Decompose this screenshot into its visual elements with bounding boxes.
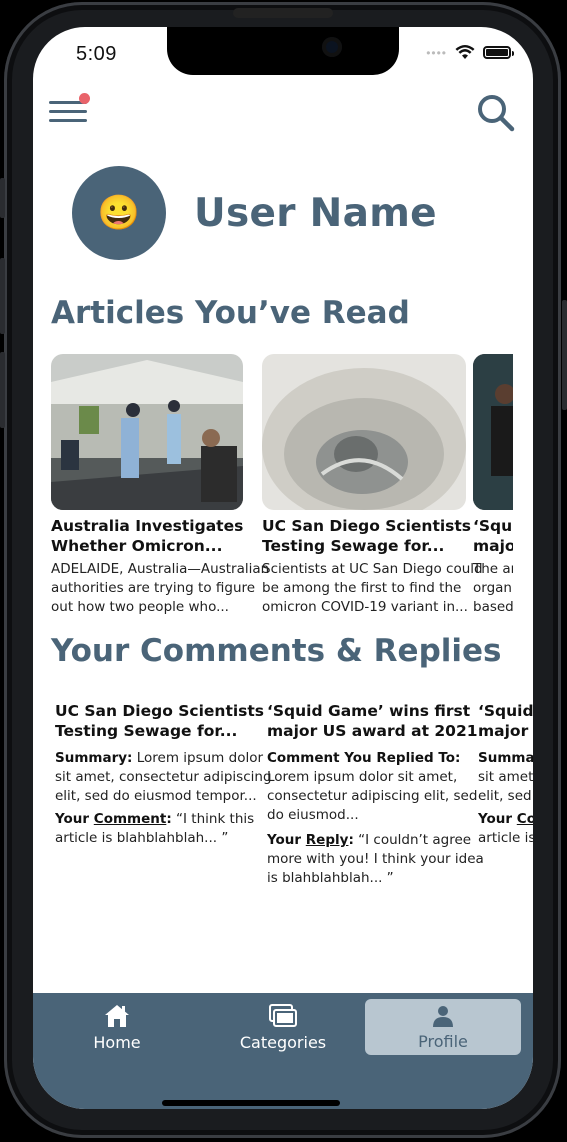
article-title-line: ‘Squid Game’ xyxy=(473,517,513,535)
replied-comment: Comment You Replied To: Lorem ipsum dolo… xyxy=(267,749,478,825)
comment-card[interactable]: ‘Squid Game’ wins first major US award a… xyxy=(267,701,484,888)
your-comment-text: article is blahblahblah... ” xyxy=(55,830,229,846)
tab-profile[interactable]: Profile xyxy=(365,999,521,1055)
speaker-grille xyxy=(233,8,333,18)
comment-summary: Summary: sit amet elit, sed xyxy=(478,749,533,806)
articles-section-title: Articles You’ve Read xyxy=(51,295,410,331)
replied-text: Lorem ipsum dolor sit amet, xyxy=(267,769,458,785)
status-time: 5:09 xyxy=(76,43,117,65)
comment-card[interactable]: ‘Squid Game’ major US award Summary: sit… xyxy=(478,701,533,848)
summary-label: Summary: xyxy=(478,750,533,766)
tab-home[interactable]: Home xyxy=(77,999,157,1055)
comment-card[interactable]: UC San Diego Scientists Testing Sewage f… xyxy=(55,701,272,848)
replied-label: Comment You Replied To: xyxy=(267,750,461,766)
bottom-tab-bar: Home Categories Profile xyxy=(33,993,533,1109)
article-title-line: UC San Diego Scientists xyxy=(262,517,472,535)
comments-section-title: Your Comments & Replies xyxy=(51,633,502,669)
article-snippet-line: The article on xyxy=(473,561,513,577)
your-comment: Your Comment: “I think this article is b… xyxy=(55,810,259,848)
summary-text: elit, sed xyxy=(478,788,532,804)
tab-home-label: Home xyxy=(93,1032,141,1052)
article-snippet-line: Scientists at UC San Diego could xyxy=(262,561,483,577)
home-indicator[interactable] xyxy=(162,1100,340,1106)
your-comment: Your Comment: article is... xyxy=(478,810,533,848)
summary-text: elit, sed do eiusmod tempor... xyxy=(55,788,257,804)
comment-summary: Summary: Lorem ipsum dolor sit amet, con… xyxy=(55,749,272,806)
comment-article-title: ‘Squid Game’ wins first xyxy=(267,702,471,720)
your-reply-text: “I couldn’t agree xyxy=(353,832,472,848)
menu-button[interactable] xyxy=(49,93,90,127)
wifi-icon xyxy=(455,45,475,59)
comments-carousel[interactable]: UC San Diego Scientists Testing Sewage f… xyxy=(55,701,533,901)
article-snippet-line: be among the first to find the xyxy=(262,580,462,596)
replied-text: do eiusmod... xyxy=(267,807,359,823)
signal-dots-icon: •••• xyxy=(426,45,447,60)
summary-label: Summary: xyxy=(55,750,133,766)
comment-article-title: major US award xyxy=(478,722,533,740)
summary-text: sit amet, consectetur adipiscing xyxy=(55,769,272,785)
front-camera xyxy=(322,37,342,57)
app-screen: 5:09 •••• 😀 User Name Articles You’ve Re… xyxy=(33,27,533,1109)
your-label: Your xyxy=(267,832,306,848)
your-reply: Your Reply: “I couldn’t agree more with … xyxy=(267,831,484,888)
your-comment-text: article is... xyxy=(478,830,533,846)
home-icon xyxy=(105,1004,129,1027)
article-snippet-line: omicron COVID-19 variant in... xyxy=(262,599,468,615)
avatar[interactable]: 😀 xyxy=(72,166,166,260)
article-thumbnail xyxy=(51,354,243,510)
article-title-line: Australia Investigates xyxy=(51,517,244,535)
profile-icon xyxy=(433,1005,453,1027)
your-reply-text: more with you! I think your idea xyxy=(267,851,484,867)
tab-categories[interactable]: Categories xyxy=(229,999,337,1055)
tab-categories-label: Categories xyxy=(239,1032,327,1052)
notification-dot xyxy=(79,93,90,104)
comment-label: Comment xyxy=(516,811,533,827)
your-label: Your xyxy=(478,811,517,827)
battery-icon xyxy=(483,46,514,59)
search-icon[interactable] xyxy=(475,92,515,132)
article-snippet-line: authorities are trying to figure xyxy=(51,580,256,596)
article-thumbnail xyxy=(262,354,466,510)
user-name: User Name xyxy=(194,191,437,236)
comment-label: Comment xyxy=(93,811,167,827)
your-comment-text: “I think this xyxy=(171,811,255,827)
articles-carousel[interactable]: Australia Investigates Whether Omicron..… xyxy=(51,354,513,624)
categories-icon xyxy=(269,1003,297,1027)
article-snippet-line: ADELAIDE, Australia—Australian xyxy=(51,561,270,577)
article-card[interactable]: ‘Squid Game’ major US award The article … xyxy=(473,354,513,617)
article-title-line: major US award xyxy=(473,537,513,555)
article-title-line: Testing Sewage for... xyxy=(262,537,445,555)
comment-article-title: major US award at 2021 xyxy=(267,722,478,740)
volume-up-button xyxy=(0,258,5,334)
summary-text: sit amet xyxy=(478,769,533,785)
your-reply-text: is blahblahblah... ” xyxy=(267,870,394,886)
article-title-line: Whether Omicron... xyxy=(51,537,223,555)
comment-article-title: ‘Squid Game’ xyxy=(478,702,533,720)
mute-switch xyxy=(0,178,5,218)
article-snippet-line: based... xyxy=(473,599,513,615)
reply-label: Reply xyxy=(305,832,349,848)
power-button xyxy=(562,300,567,410)
article-thumbnail xyxy=(473,354,513,510)
tab-profile-label: Profile xyxy=(418,1031,468,1051)
comment-article-title: Testing Sewage for... xyxy=(55,722,238,740)
summary-text: Lorem ipsum dolor xyxy=(132,750,264,766)
your-label: Your xyxy=(55,811,94,827)
article-snippet-line: out how two people who... xyxy=(51,599,229,615)
article-card[interactable]: Australia Investigates Whether Omicron..… xyxy=(51,354,270,617)
status-icons: •••• xyxy=(426,45,514,60)
comment-article-title: UC San Diego Scientists xyxy=(55,702,265,720)
volume-down-button xyxy=(0,352,5,428)
avatar-emoji: 😀 xyxy=(97,194,141,232)
notch xyxy=(167,27,399,75)
article-snippet-line: organization xyxy=(473,580,513,596)
replied-text: consectetur adipiscing elit, sed xyxy=(267,788,478,804)
article-card[interactable]: UC San Diego Scientists Testing Sewage f… xyxy=(262,354,483,617)
